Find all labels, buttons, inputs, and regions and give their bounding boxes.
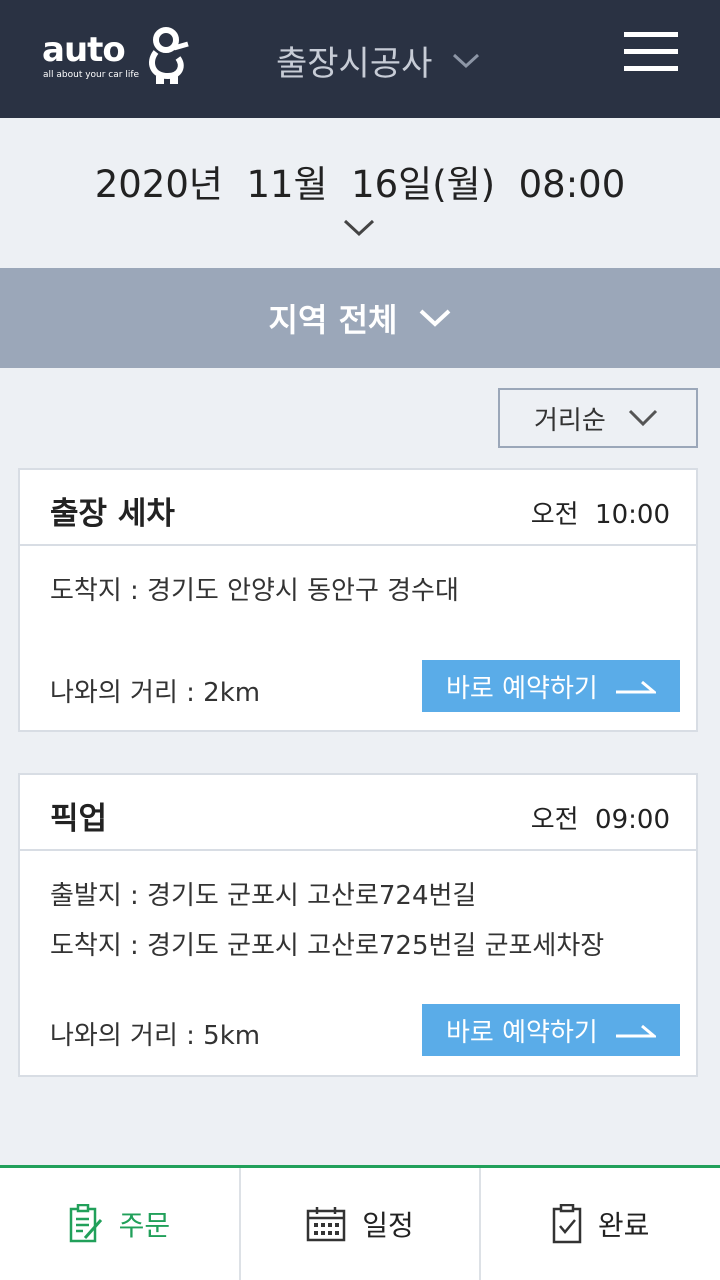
tab-schedule[interactable]: 일정 [241,1168,482,1280]
logo-word: auto [42,30,126,70]
bottom-tab-bar: 주문 일정 완료 [0,1165,720,1280]
sort-label: 거리순 [534,405,606,436]
destination-text: 도착지 : 경기도 안양시 동안구 경수대 [50,576,459,606]
book-now-label: 바로 예약하기 [446,1017,598,1048]
arrow-right-icon [615,680,656,694]
chevron-down-icon [343,219,375,237]
chevron-down-icon [453,53,480,68]
book-now-button[interactable]: 바로 예약하기 [422,1004,680,1056]
card-header: 픽업 오전 09:00 [20,775,696,851]
logo-mascot-icon [149,27,189,84]
chevron-down-icon [420,309,451,327]
order-icon [69,1204,102,1243]
tab-label: 주문 [118,1209,171,1242]
company-name: 출장시공사 [276,44,433,84]
tab-completed[interactable]: 완료 [481,1168,720,1280]
chevron-down-icon [628,409,657,427]
menu-icon[interactable] [624,32,678,72]
logo[interactable]: auto all about your car life [42,26,192,90]
service-title: 출장 세차 [50,496,175,532]
company-selector[interactable]: 출장시공사 [276,36,480,85]
arrow-right-icon [615,1024,656,1038]
tab-order[interactable]: 주문 [0,1168,241,1280]
selected-date: 2020년 11월 16일(월) 08:00 [94,163,626,206]
region-filter[interactable]: 지역 전체 [0,268,720,368]
destination-text: 도착지 : 경기도 군포시 고산로725번길 군포세차장 [50,931,605,961]
sort-dropdown[interactable]: 거리순 [498,388,698,448]
book-now-label: 바로 예약하기 [446,673,598,704]
clipboard-check-icon [552,1204,582,1244]
calendar-icon [306,1207,346,1242]
region-label: 지역 전체 [268,301,398,339]
app-header: auto all about your car life 출장시공사 [0,0,720,118]
distance-text: 나와의 거리 : 5km [50,1021,261,1051]
card-header: 출장 세차 오전 10:00 [20,470,696,546]
service-time: 오전 10:00 [530,500,670,530]
service-title: 픽업 [50,801,108,837]
service-time: 오전 09:00 [530,805,670,835]
date-selector[interactable]: 2020년 11월 16일(월) 08:00 [0,118,720,268]
tab-label: 일정 [362,1209,414,1242]
order-card: 픽업 오전 09:00 출발지 : 경기도 군포시 고산로724번길 도착지 :… [18,773,698,1077]
tab-label: 완료 [597,1209,650,1242]
departure-text: 출발지 : 경기도 군포시 고산로724번길 [50,881,477,911]
logo-tagline: all about your car life [43,70,140,80]
order-card: 출장 세차 오전 10:00 도착지 : 경기도 안양시 동안구 경수대 나와의… [18,468,698,732]
book-now-button[interactable]: 바로 예약하기 [422,660,680,712]
distance-text: 나와의 거리 : 2km [50,678,261,708]
